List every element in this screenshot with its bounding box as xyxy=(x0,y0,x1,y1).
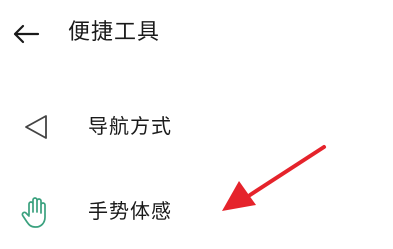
menu-item-label: 手势体感 xyxy=(88,199,172,223)
menu-item-navigation-mode[interactable]: 导航方式 xyxy=(0,99,393,155)
page-title: 便捷工具 xyxy=(68,20,161,45)
menu-item-gestures[interactable]: 手势体感 xyxy=(0,184,393,240)
top-bar: 便捷工具 xyxy=(0,0,393,68)
hand-gesture-icon xyxy=(18,194,54,230)
navigation-triangle-icon xyxy=(18,109,54,145)
menu-item-label: 导航方式 xyxy=(88,114,172,138)
back-button[interactable] xyxy=(8,16,44,52)
back-arrow-icon xyxy=(13,24,40,44)
